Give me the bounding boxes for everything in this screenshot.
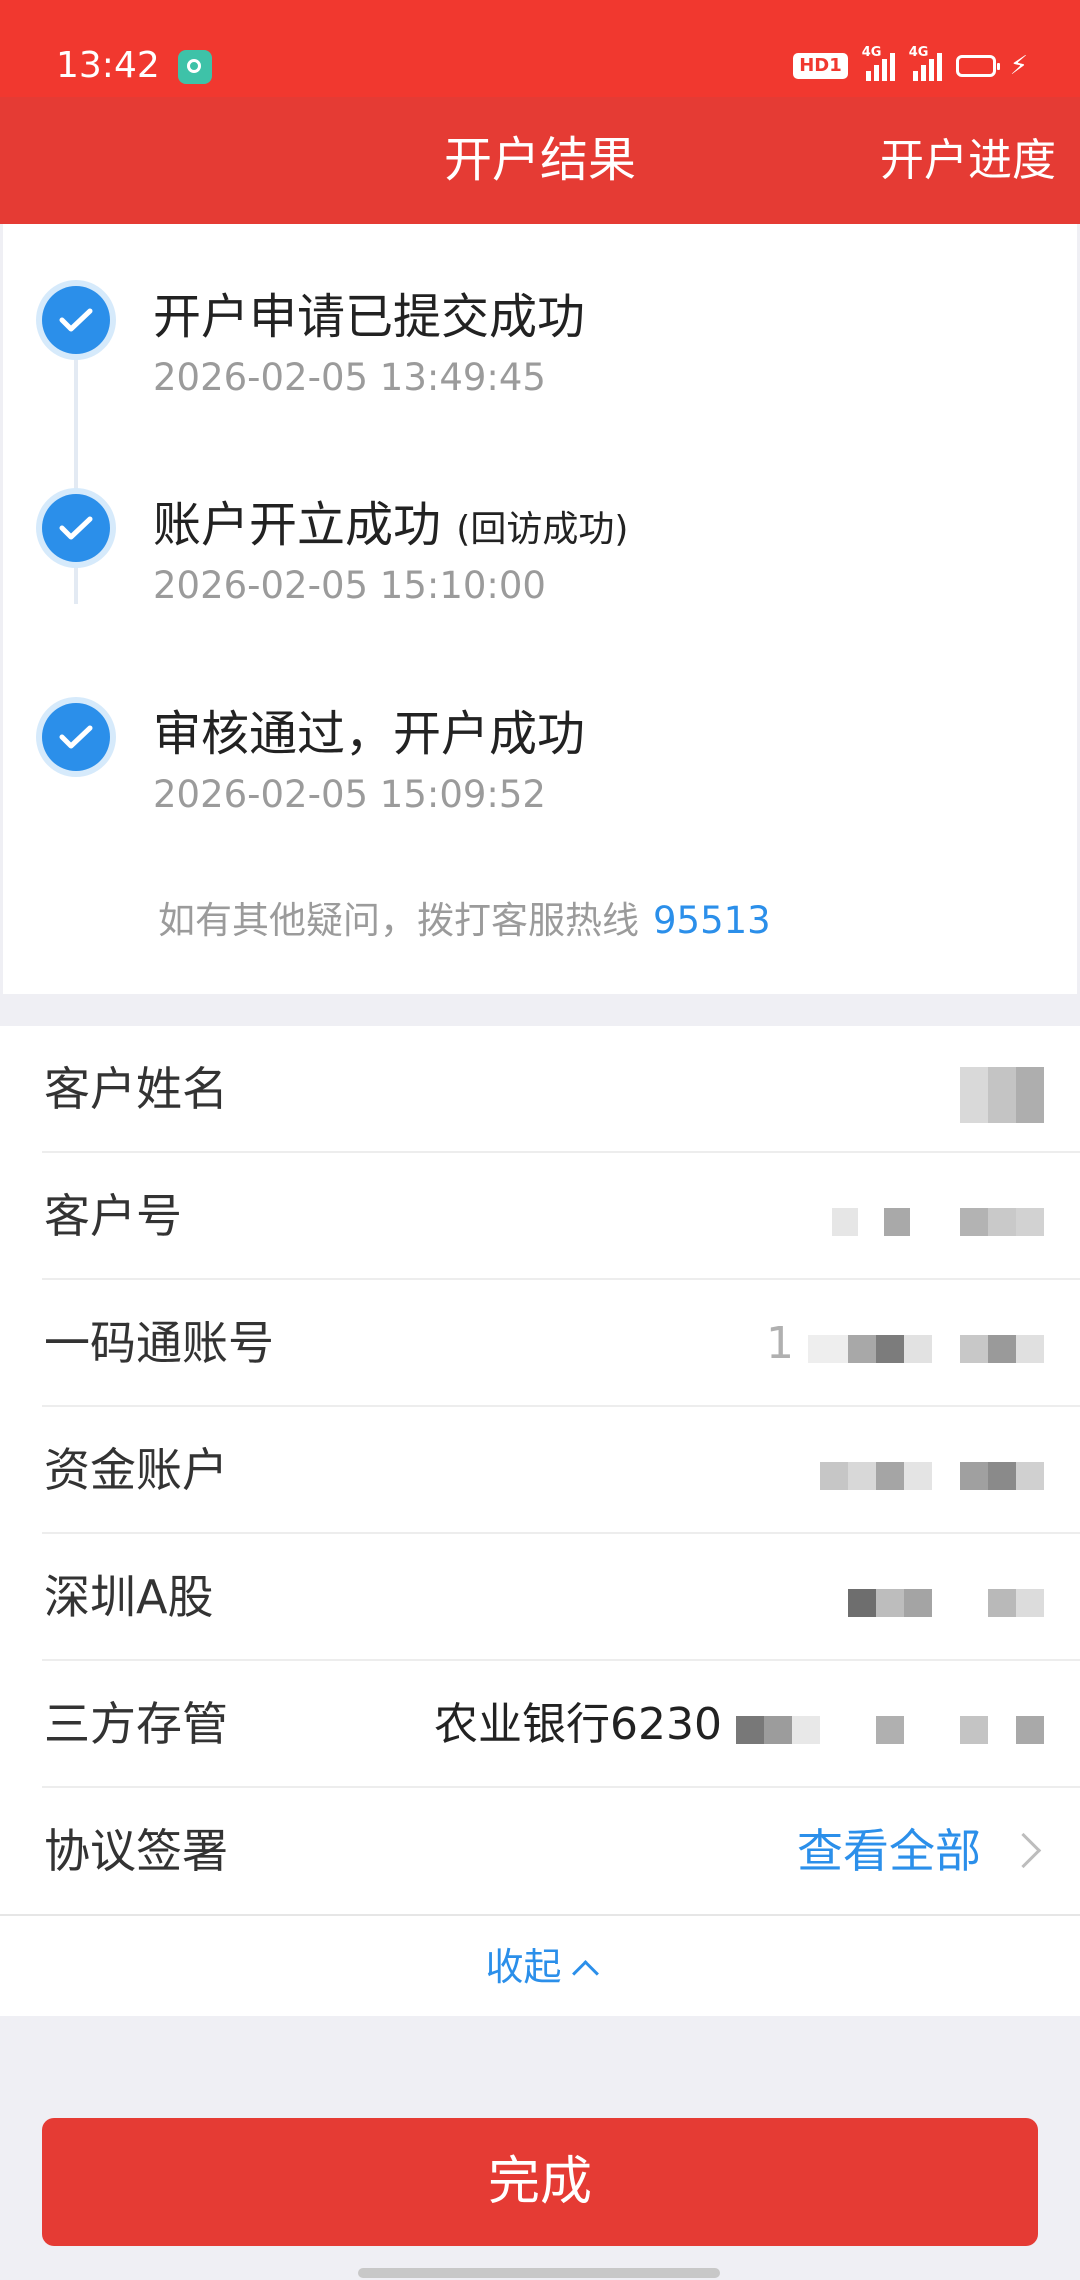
step-title: 账户开立成功 (回访成功) <box>153 497 629 553</box>
masked-value <box>960 1026 1044 1153</box>
view-all-agreements-link[interactable]: 查看全部 <box>797 1788 1042 1915</box>
signal-icon-2: 4G <box>909 45 942 81</box>
charging-icon: ⚡ <box>1009 51 1028 81</box>
info-row-unified-account: 一码通账号 1 <box>0 1280 1080 1407</box>
status-bar: 13:42 HD1 4G 4G ⚡ <box>0 0 1080 97</box>
account-progress-link[interactable]: 开户进度 <box>880 97 1056 224</box>
info-row-shenzhen-a: 深圳A股 <box>0 1534 1080 1661</box>
step-time: 2026-02-05 13:49:45 <box>153 356 546 399</box>
chevron-right-icon <box>1005 1832 1042 1869</box>
step-title: 开户申请已提交成功 <box>153 289 586 345</box>
app-notification-icon <box>178 50 212 84</box>
status-timeline: 开户申请已提交成功 2026-02-05 13:49:45 账户开立成功 (回访… <box>3 224 1077 994</box>
battery-icon <box>955 55 1000 77</box>
signal-icon-1: 4G <box>862 45 895 81</box>
step-time: 2026-02-05 15:10:00 <box>153 564 546 607</box>
info-row-customer-id: 客户号 <box>0 1153 1080 1280</box>
check-circle-icon <box>36 280 116 360</box>
hd-voice-icon: HD1 <box>793 53 848 79</box>
masked-value: 1 <box>766 1280 1044 1407</box>
pixelated-redaction <box>848 1537 1044 1664</box>
pixelated-redaction <box>960 1029 1044 1156</box>
masked-value <box>848 1534 1044 1661</box>
info-row-customer-name: 客户姓名 <box>0 1026 1080 1153</box>
pixelated-redaction <box>832 1156 1044 1283</box>
check-circle-icon <box>36 697 116 777</box>
hotline-text: 如有其他疑问，拨打客服热线 95513 <box>158 899 771 942</box>
check-circle-icon <box>36 488 116 568</box>
pixelated-redaction <box>820 1410 1044 1537</box>
title-bar: 开户结果 开户进度 <box>0 97 1080 224</box>
home-indicator[interactable] <box>358 2268 720 2278</box>
collapse-button[interactable]: 收起 <box>0 1914 1080 2018</box>
step-title: 审核通过，开户成功 <box>153 706 586 762</box>
masked-value <box>820 1407 1044 1534</box>
info-row-third-party-custody: 三方存管 农业银行6230 <box>0 1661 1080 1788</box>
info-row-fund-account: 资金账户 <box>0 1407 1080 1534</box>
info-row-agreement[interactable]: 协议签署 查看全部 <box>0 1788 1080 1915</box>
masked-value <box>832 1153 1044 1280</box>
pixelated-redaction <box>736 1664 1044 1791</box>
chevron-up-icon <box>571 1960 599 1987</box>
step-note: (回访成功) <box>456 509 629 550</box>
done-button[interactable]: 完成 <box>42 2118 1038 2246</box>
step-time: 2026-02-05 15:09:52 <box>153 773 546 816</box>
pixelated-redaction <box>808 1283 1044 1410</box>
masked-value: 农业银行6230 <box>434 1661 1044 1788</box>
status-time: 13:42 <box>56 45 160 86</box>
hotline-number-link[interactable]: 95513 <box>653 899 771 942</box>
account-info-card: 客户姓名 客户号 一码通账号 1 资金账户 深圳A股 三方存管 农业银行6230… <box>0 1026 1080 2016</box>
status-indicators: HD1 4G 4G ⚡ <box>793 45 1028 86</box>
